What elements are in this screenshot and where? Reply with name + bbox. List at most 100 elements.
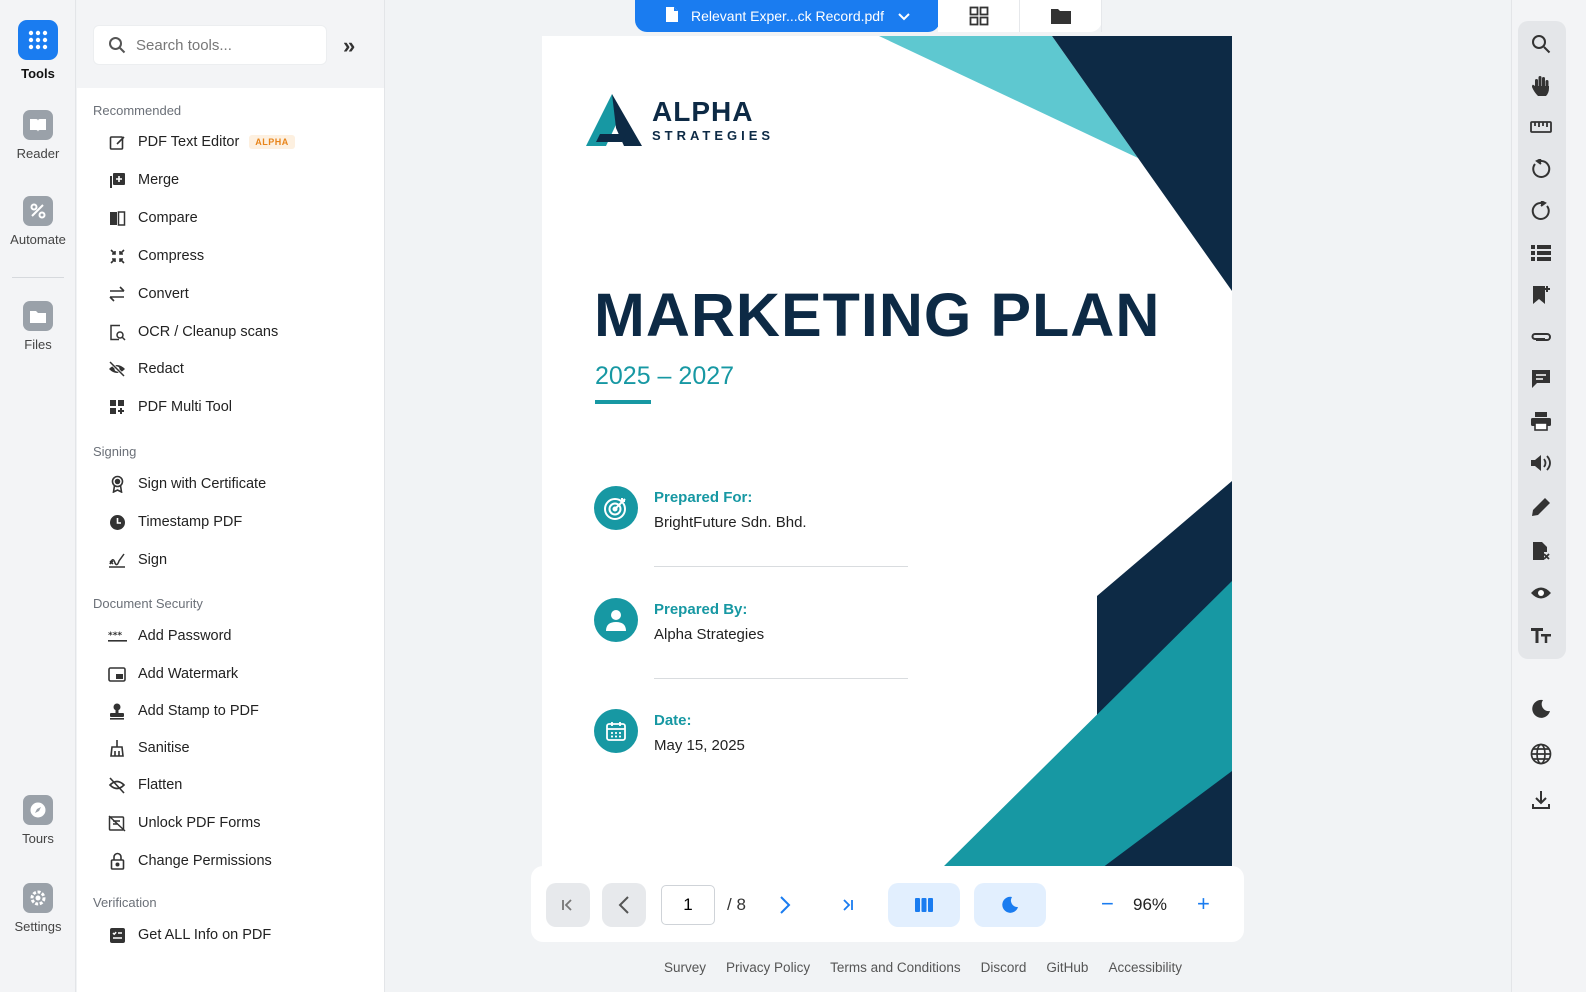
speaker-icon (1531, 455, 1551, 471)
file-manager-button[interactable] (1020, 0, 1102, 32)
next-page-button[interactable] (767, 883, 803, 927)
certificate-icon (107, 474, 127, 494)
previous-page-button[interactable] (602, 883, 646, 927)
pan-tool-button[interactable] (1530, 75, 1552, 97)
view-button[interactable] (1530, 582, 1552, 604)
page-total: / 8 (727, 895, 746, 914)
dual-page-view-button[interactable] (888, 883, 960, 927)
calendar-icon (594, 709, 638, 753)
tool-get-all-info[interactable]: Get ALL Info on PDF (107, 924, 271, 946)
file-icon (665, 6, 679, 26)
tool-pdf-multi-tool[interactable]: PDF Multi Tool (107, 396, 232, 418)
document-title: MARKETING PLAN (594, 281, 1161, 349)
read-aloud-button[interactable] (1530, 452, 1552, 474)
grid-view-button[interactable] (938, 0, 1020, 32)
tool-flatten[interactable]: Flatten (107, 774, 182, 796)
document-years: 2025 – 2027 (595, 362, 735, 390)
tool-timestamp-pdf[interactable]: Timestamp PDF (107, 511, 242, 533)
tool-label: Get ALL Info on PDF (138, 927, 272, 943)
dark-mode-toggle[interactable] (974, 883, 1046, 927)
attachments-button[interactable] (1530, 326, 1552, 348)
bookmarks-button[interactable] (1530, 284, 1552, 306)
list-icon (1531, 245, 1551, 261)
zoom-out-button[interactable]: − (1101, 891, 1114, 917)
info-prepared-by: Prepared By: Alpha Strategies (594, 598, 764, 643)
rotate-right-button[interactable] (1530, 200, 1552, 222)
tool-compress[interactable]: Compress (107, 245, 204, 267)
pdf-page: ALPHA STRATEGIES MARKETING PLAN 2025 – 2… (542, 36, 1232, 868)
download-button[interactable] (1530, 789, 1552, 811)
tool-redact[interactable]: Redact (107, 358, 184, 380)
collapse-panel-button[interactable]: » (343, 33, 355, 59)
first-page-button[interactable] (546, 883, 590, 927)
tool-merge[interactable]: Merge (107, 169, 179, 191)
comment-icon (1532, 370, 1550, 388)
tool-label: Compare (138, 210, 198, 226)
tool-change-permissions[interactable]: Change Permissions (107, 850, 272, 872)
rail-item-tours[interactable]: Tours (0, 795, 76, 846)
text-size-button[interactable] (1530, 624, 1552, 646)
broom-icon (107, 738, 127, 758)
tool-add-stamp[interactable]: Add Stamp to PDF (107, 700, 259, 722)
columns-icon (915, 898, 933, 912)
print-button[interactable] (1530, 410, 1552, 432)
tool-unlock-pdf-forms[interactable]: Unlock PDF Forms (107, 812, 260, 834)
rail-item-automate[interactable]: Automate (0, 196, 76, 247)
tool-label: Add Watermark (138, 666, 239, 682)
comments-button[interactable] (1530, 368, 1552, 390)
rotate-left-button[interactable] (1530, 158, 1552, 180)
footer-link-survey[interactable]: Survey (664, 960, 706, 975)
annotate-button[interactable] (1530, 496, 1552, 518)
zoom-level: 96% (1133, 895, 1168, 914)
moon-icon (1002, 896, 1018, 913)
tool-label: Redact (138, 361, 184, 377)
footer-link-accessibility[interactable]: Accessibility (1108, 960, 1182, 975)
tool-convert[interactable]: Convert (107, 283, 189, 305)
tool-add-watermark[interactable]: Add Watermark (107, 663, 238, 685)
alpha-logo-icon (586, 94, 642, 146)
tool-label: PDF Multi Tool (138, 399, 233, 415)
tool-add-password[interactable]: *** Add Password (107, 625, 232, 647)
tool-ocr[interactable]: OCR / Cleanup scans (107, 321, 278, 343)
tool-sanitise[interactable]: Sanitise (107, 737, 190, 759)
rail-item-settings[interactable]: Settings (0, 883, 76, 934)
folder-icon (1050, 8, 1071, 24)
rail-item-files[interactable]: Files (0, 301, 76, 352)
tool-label: Timestamp PDF (138, 514, 243, 530)
svg-text:***: *** (108, 631, 122, 641)
tool-compare[interactable]: Compare (107, 207, 198, 229)
file-selector[interactable]: Relevant Exper...ck Record.pdf (635, 0, 940, 32)
brand-logo: ALPHA STRATEGIES (586, 94, 774, 146)
measure-button[interactable] (1530, 116, 1552, 138)
tool-label: Sign (138, 552, 168, 568)
rail-label: Reader (16, 146, 60, 161)
rail-item-tools[interactable]: Tools (0, 20, 76, 81)
page-number-input[interactable] (661, 885, 715, 925)
search-box[interactable] (93, 25, 327, 65)
zoom-in-button[interactable]: + (1197, 891, 1210, 917)
tool-sign[interactable]: Sign (107, 549, 167, 571)
tool-label: Sign with Certificate (138, 476, 267, 492)
footer-link-privacy[interactable]: Privacy Policy (726, 960, 810, 975)
section-title: Signing (93, 444, 137, 459)
language-button[interactable] (1530, 743, 1552, 765)
info-date: Date: May 15, 2025 (594, 709, 745, 754)
theme-toggle-button[interactable] (1530, 698, 1552, 720)
last-page-button[interactable] (829, 883, 865, 927)
tool-label: Compress (138, 248, 205, 264)
rail-item-reader[interactable]: Reader (0, 110, 76, 161)
rail-label: Automate (10, 232, 66, 247)
footer-link-github[interactable]: GitHub (1046, 960, 1088, 975)
remove-pages-button[interactable] (1530, 540, 1552, 562)
search-document-button[interactable] (1530, 33, 1552, 55)
tool-sign-with-certificate[interactable]: Sign with Certificate (107, 473, 266, 495)
ocr-scan-icon (107, 322, 127, 342)
text-size-icon (1531, 628, 1551, 643)
tool-pdf-text-editor[interactable]: PDF Text Editor ALPHA (107, 131, 295, 153)
tool-label: OCR / Cleanup scans (138, 324, 279, 340)
outline-button[interactable] (1530, 242, 1552, 264)
footer-link-discord[interactable]: Discord (981, 960, 1027, 975)
footer-link-terms[interactable]: Terms and Conditions (830, 960, 961, 975)
printer-icon (1531, 412, 1551, 431)
search-input[interactable] (136, 36, 306, 54)
